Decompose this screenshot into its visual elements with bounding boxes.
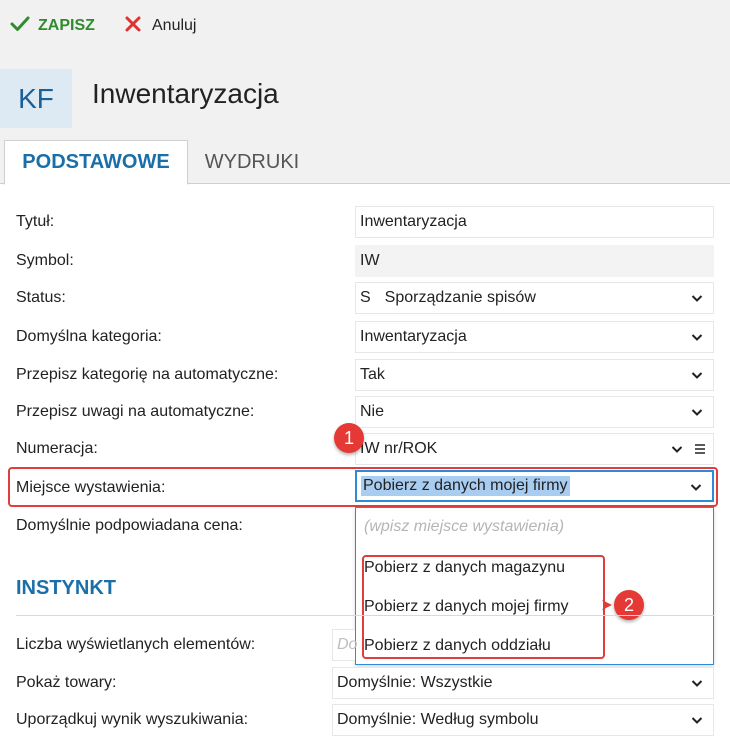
copy-notes-select[interactable]: Nie	[355, 396, 714, 428]
numbering-select[interactable]: IW nr/ROK	[355, 433, 714, 465]
place-label: Miejsce wystawienia:	[16, 479, 166, 496]
chevron-down-icon	[691, 369, 703, 381]
tab-podstawowe[interactable]: PODSTAWOWE	[4, 140, 188, 185]
title-value: Inwentaryzacja	[360, 213, 467, 230]
pointer-arrow-icon	[602, 600, 612, 610]
avatar: KF	[0, 69, 72, 129]
chevron-down-icon	[671, 443, 683, 455]
dropdown-placeholder[interactable]: (wpisz miejsce wystawienia)	[364, 518, 564, 536]
place-select[interactable]: Pobierz z danych mojej firmy	[355, 470, 714, 502]
default-category-label: Domyślna kategoria:	[16, 328, 162, 345]
default-category-select[interactable]: Inwentaryzacja	[355, 321, 714, 353]
copy-category-select[interactable]: Tak	[355, 359, 714, 391]
cancel-label: Anuluj	[152, 17, 197, 34]
save-label: ZAPISZ	[38, 17, 95, 34]
dropdown-option[interactable]: Pobierz z danych oddziału	[364, 637, 551, 655]
copy-notes-label: Przepisz uwagi na automatyczne:	[16, 403, 255, 420]
checkmark-icon	[10, 16, 30, 37]
status-code: S	[360, 289, 371, 306]
items-count-label: Liczba wyświetlanych elementów:	[16, 636, 256, 653]
place-dropdown: (wpisz miejsce wystawienia) Pobierz z da…	[355, 507, 714, 665]
status-label: Status:	[16, 289, 66, 306]
numbering-label: Numeracja:	[16, 440, 98, 457]
copy-category-value: Tak	[360, 366, 385, 383]
title-label: Tytuł:	[16, 213, 55, 230]
dropdown-option[interactable]: Pobierz z danych mojej firmy	[364, 598, 569, 616]
close-icon	[124, 15, 142, 38]
status-value: Sporządzanie spisów	[384, 289, 536, 306]
numbering-value: IW nr/ROK	[360, 440, 438, 457]
copy-category-label: Przepisz kategorię na automatyczne:	[16, 366, 279, 383]
step-badge: 1	[334, 423, 364, 453]
chevron-down-icon	[691, 406, 703, 418]
default-price-label: Domyślnie podpowiadana cena:	[16, 517, 243, 534]
title-field[interactable]: Inwentaryzacja	[355, 206, 714, 238]
copy-notes-value: Nie	[360, 403, 385, 420]
dropdown-option[interactable]: Pobierz z danych magazynu	[364, 559, 565, 577]
tab-wydruki[interactable]: WYDRUKI	[196, 140, 308, 184]
tab-bar: PODSTAWOWE WYDRUKI	[0, 128, 730, 185]
cancel-button[interactable]: Anuluj	[124, 14, 196, 38]
chevron-down-icon	[691, 292, 703, 304]
section-divider	[16, 615, 714, 616]
symbol-field: IW	[355, 245, 714, 277]
toolbar: ZAPISZ Anuluj	[0, 0, 730, 54]
sort-results-select[interactable]: Domyślnie: Według symbolu	[332, 704, 714, 736]
sort-results-value: Domyślnie: Według symbolu	[337, 711, 539, 728]
items-count-placeholder: Do	[337, 636, 358, 653]
chevron-down-icon	[691, 331, 703, 343]
sort-results-label: Uporządkuj wynik wyszukiwania:	[16, 711, 249, 728]
chevron-down-icon	[691, 714, 703, 726]
section-title-instynkt: INSTYNKT	[16, 577, 116, 599]
symbol-value: IW	[360, 252, 380, 269]
items-count-input[interactable]: Do	[332, 629, 358, 661]
page-header: KF Inwentaryzacja	[0, 54, 730, 129]
symbol-label: Symbol:	[16, 252, 74, 269]
status-select[interactable]: S Sporządzanie spisów	[355, 282, 714, 314]
show-goods-label: Pokaż towary:	[16, 674, 117, 691]
show-goods-value: Domyślnie: Wszystkie	[337, 674, 493, 691]
menu-icon[interactable]	[693, 442, 707, 456]
save-button[interactable]: ZAPISZ	[10, 14, 95, 38]
page-title: Inwentaryzacja	[92, 78, 279, 109]
chevron-down-icon	[690, 481, 702, 493]
show-goods-select[interactable]: Domyślnie: Wszystkie	[332, 667, 714, 699]
place-value: Pobierz z danych mojej firmy	[361, 476, 570, 496]
default-category-value: Inwentaryzacja	[360, 328, 467, 345]
chevron-down-icon	[691, 677, 703, 689]
